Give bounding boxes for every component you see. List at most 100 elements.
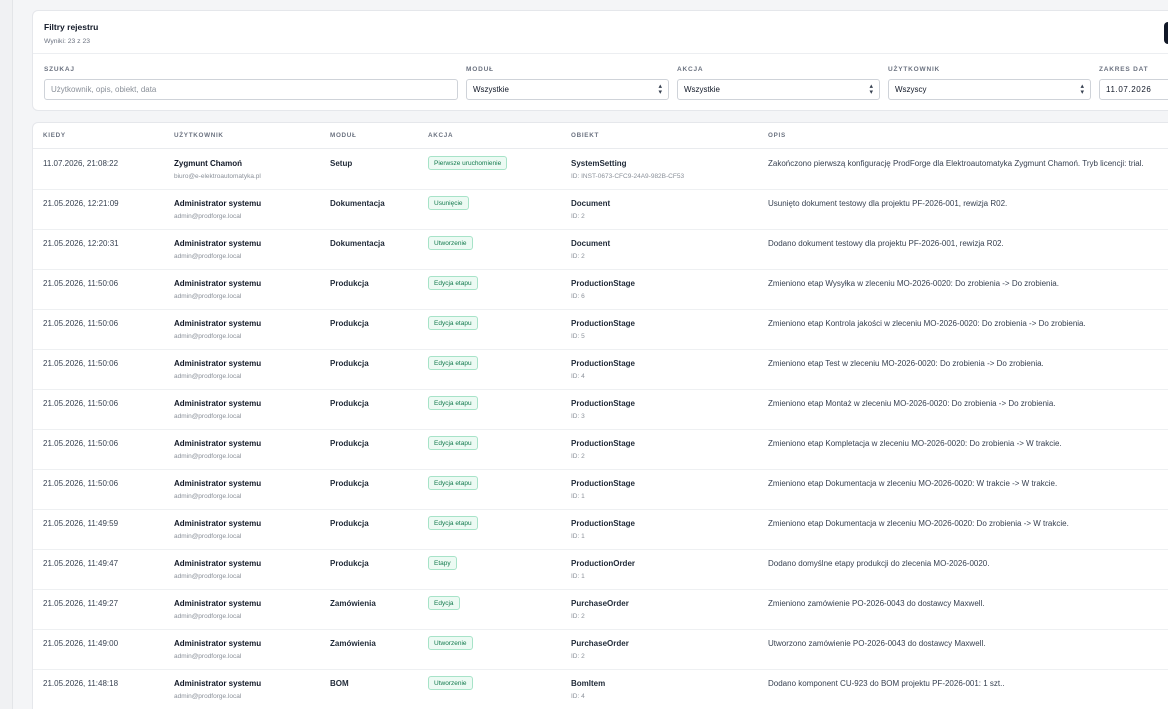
- table-row[interactable]: 21.05.2026, 11:49:00 Administrator system…: [33, 630, 1168, 670]
- row-when: 21.05.2026, 11:50:06: [43, 279, 119, 288]
- row-when: 21.05.2026, 11:49:59: [43, 519, 119, 528]
- row-user: Zygmunt Chamoń: [174, 159, 242, 168]
- action-badge: Edycja etapu: [428, 356, 478, 370]
- row-when: 21.05.2026, 11:50:06: [43, 399, 119, 408]
- table-row[interactable]: 21.05.2026, 12:21:09 Administrator system…: [33, 190, 1168, 230]
- row-user: Administrator systemu: [174, 399, 262, 408]
- row-object: SystemSetting: [571, 159, 627, 168]
- row-description: Usunięto dokument testowy dla projektu P…: [768, 199, 1008, 208]
- action-select[interactable]: Wszystkie ▴ ▾: [677, 79, 880, 100]
- table-row[interactable]: 11.07.2026, 21:08:22 Zygmunt Chamoń biuro@…: [33, 150, 1168, 190]
- row-description: Zmieniono etap Kontrola jakości w zlecen…: [768, 319, 1086, 328]
- user-label: UŻYTKOWNIK: [888, 66, 941, 73]
- action-badge: Usunięcie: [428, 196, 469, 210]
- action-select-value: Wszystkie: [684, 85, 720, 94]
- row-user: Administrator systemu: [174, 319, 262, 328]
- row-user: Administrator systemu: [174, 199, 262, 208]
- row-user: Administrator systemu: [174, 479, 262, 488]
- table-row[interactable]: 21.05.2026, 11:50:06 Administrator system…: [33, 270, 1168, 310]
- row-user: Administrator systemu: [174, 679, 262, 688]
- row-object: ProductionStage: [571, 359, 636, 368]
- user-select-value: Wszyscy: [895, 85, 927, 94]
- row-module: Produkcja: [330, 439, 369, 448]
- user-select[interactable]: Wszyscy ▴ ▾: [888, 79, 1091, 100]
- table-row[interactable]: 21.05.2026, 11:49:59 Administrator system…: [33, 510, 1168, 550]
- row-description: Zmieniono etap Dokumentacja w zleceniu M…: [768, 519, 1069, 528]
- row-when: 21.05.2026, 12:20:31: [43, 239, 119, 248]
- row-email: admin@prodforge.local: [174, 613, 242, 620]
- table-row[interactable]: 21.05.2026, 11:49:27 Administrator system…: [33, 590, 1168, 630]
- header-action[interactable]: AKCJA: [428, 132, 453, 139]
- row-object-id: ID: 1: [571, 573, 585, 580]
- row-user: Administrator systemu: [174, 439, 262, 448]
- select-caret-icon: ▴ ▾: [1080, 83, 1084, 96]
- table-row[interactable]: 21.05.2026, 11:49:47 Administrator system…: [33, 550, 1168, 590]
- row-object-id: ID: 2: [571, 213, 585, 220]
- row-module: Produkcja: [330, 479, 369, 488]
- row-object: Document: [571, 199, 611, 208]
- row-user: Administrator systemu: [174, 559, 262, 568]
- row-object-id: ID: 4: [571, 693, 585, 700]
- divider: [33, 53, 1168, 54]
- date-from-input[interactable]: 11.07.2026: [1099, 79, 1168, 100]
- row-object: ProductionStage: [571, 439, 636, 448]
- row-module: Setup: [330, 159, 353, 168]
- action-badge: Utworzenie: [428, 236, 473, 250]
- row-user: Administrator systemu: [174, 279, 262, 288]
- row-email: admin@prodforge.local: [174, 533, 242, 540]
- row-description: Zmieniono etap Test w zleceniu MO-2026-0…: [768, 359, 1044, 368]
- row-module: Produkcja: [330, 279, 369, 288]
- table-row[interactable]: 21.05.2026, 11:50:06 Administrator system…: [33, 310, 1168, 350]
- table-row[interactable]: 21.05.2026, 11:50:06 Administrator system…: [33, 430, 1168, 470]
- search-label: SZUKAJ: [44, 66, 75, 73]
- row-object-id: ID: 1: [571, 493, 585, 500]
- filter-panel: Filtry rejestru Wyniki: 23 z 23 SZUKAJ U…: [32, 10, 1168, 111]
- date-range-label: ZAKRES DAT: [1099, 66, 1149, 73]
- row-email: admin@prodforge.local: [174, 293, 242, 300]
- table-row[interactable]: 21.05.2026, 11:50:06 Administrator system…: [33, 350, 1168, 390]
- header-module[interactable]: MODUŁ: [330, 132, 357, 139]
- header-user[interactable]: UŻYTKOWNIK: [174, 132, 224, 139]
- row-object: ProductionOrder: [571, 559, 636, 568]
- header-description[interactable]: OPIS: [768, 132, 786, 139]
- action-badge: Edycja etapu: [428, 316, 478, 330]
- row-module: Zamówienia: [330, 599, 376, 608]
- action-badge: Pierwsze uruchomienie: [428, 156, 508, 170]
- row-user: Administrator systemu: [174, 639, 262, 648]
- search-input[interactable]: Użytkownik, opis, obiekt, data: [44, 79, 458, 100]
- row-object-id: ID: 2: [571, 453, 585, 460]
- table-row[interactable]: 21.05.2026, 11:50:06 Administrator system…: [33, 470, 1168, 510]
- row-description: Utworzono zamówienie PO-2026-0043 do dos…: [768, 639, 986, 648]
- action-badge: Edycja etapu: [428, 476, 478, 490]
- module-label: MODUŁ: [466, 66, 494, 73]
- row-description: Zmieniono etap Wysyłka w zleceniu MO-202…: [768, 279, 1059, 288]
- module-select[interactable]: Wszystkie ▴ ▾: [466, 79, 669, 100]
- export-button[interactable]: [1164, 22, 1168, 44]
- row-object: ProductionStage: [571, 479, 636, 488]
- row-module: Produkcja: [330, 399, 369, 408]
- header-when[interactable]: KIEDY: [43, 132, 66, 139]
- sidebar-edge: [0, 0, 13, 709]
- row-object: ProductionStage: [571, 399, 636, 408]
- module-select-value: Wszystkie: [473, 85, 509, 94]
- row-user: Administrator systemu: [174, 519, 262, 528]
- row-object: Document: [571, 239, 611, 248]
- row-description: Dodano dokument testowy dla projektu PF-…: [768, 239, 1004, 248]
- table-row[interactable]: 21.05.2026, 11:48:18 Administrator system…: [33, 670, 1168, 709]
- row-module: Dokumentacja: [330, 239, 385, 248]
- row-email: admin@prodforge.local: [174, 453, 242, 460]
- header-object[interactable]: OBIEKT: [571, 132, 599, 139]
- row-object: PurchaseOrder: [571, 599, 629, 608]
- filter-title: Filtry rejestru: [44, 22, 99, 32]
- row-object-id: ID: 2: [571, 653, 585, 660]
- row-when: 11.07.2026, 21:08:22: [43, 159, 119, 168]
- row-module: Produkcja: [330, 519, 369, 528]
- row-module: Produkcja: [330, 559, 369, 568]
- row-module: Produkcja: [330, 319, 369, 328]
- table-row[interactable]: 21.05.2026, 12:20:31 Administrator system…: [33, 230, 1168, 270]
- row-description: Zmieniono etap Kompletacja w zleceniu MO…: [768, 439, 1062, 448]
- row-object-id: ID: 3: [571, 413, 585, 420]
- table-row[interactable]: 21.05.2026, 11:50:06 Administrator system…: [33, 390, 1168, 430]
- row-when: 21.05.2026, 11:49:47: [43, 559, 119, 568]
- row-when: 21.05.2026, 11:50:06: [43, 359, 119, 368]
